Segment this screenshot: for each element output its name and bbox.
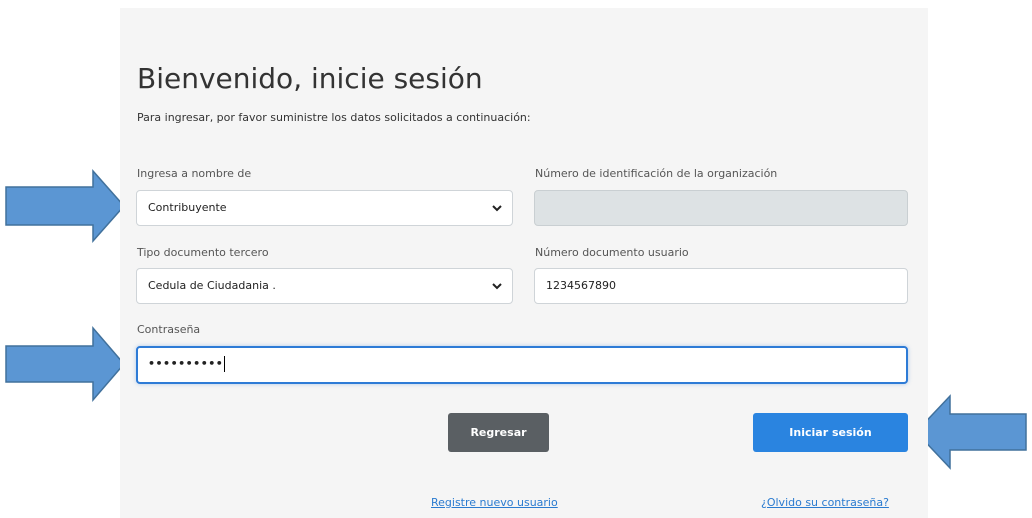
annotation-arrow-left-icon [914, 394, 1027, 470]
annotation-arrow-right-icon [5, 169, 126, 243]
register-link[interactable]: Registre nuevo usuario [431, 496, 558, 509]
forgot-password-link[interactable]: ¿Olvido su contraseña? [761, 496, 889, 509]
page-subtitle: Para ingresar, por favor suministre los … [137, 111, 531, 124]
tipo-doc-select[interactable]: Cedula de Ciudadania . [136, 268, 513, 304]
tipo-doc-selected-value: Cedula de Ciudadania . [148, 279, 276, 292]
chevron-down-icon [492, 191, 502, 225]
annotation-arrow-right-icon [5, 325, 125, 403]
chevron-down-icon [492, 269, 502, 303]
back-button[interactable]: Regresar [448, 413, 549, 452]
password-input[interactable]: •••••••••• [136, 346, 908, 384]
ingresa-label: Ingresa a nombre de [137, 167, 252, 180]
ingresa-select[interactable]: Contribuyente [136, 190, 513, 226]
password-label: Contraseña [137, 323, 201, 336]
num-doc-label: Número documento usuario [535, 246, 689, 259]
page-title: Bienvenido, inicie sesión [137, 62, 483, 95]
num-doc-value: 1234567890 [546, 279, 616, 292]
num-doc-input[interactable]: 1234567890 [534, 268, 908, 304]
password-masked-value: •••••••••• [148, 357, 224, 370]
nit-field [534, 190, 908, 226]
ingresa-selected-value: Contribuyente [148, 201, 227, 214]
login-button[interactable]: Iniciar sesión [753, 413, 908, 452]
tipo-doc-label: Tipo documento tercero [137, 246, 269, 259]
text-caret [224, 356, 226, 372]
nit-label: Número de identificación de la organizac… [535, 167, 778, 180]
